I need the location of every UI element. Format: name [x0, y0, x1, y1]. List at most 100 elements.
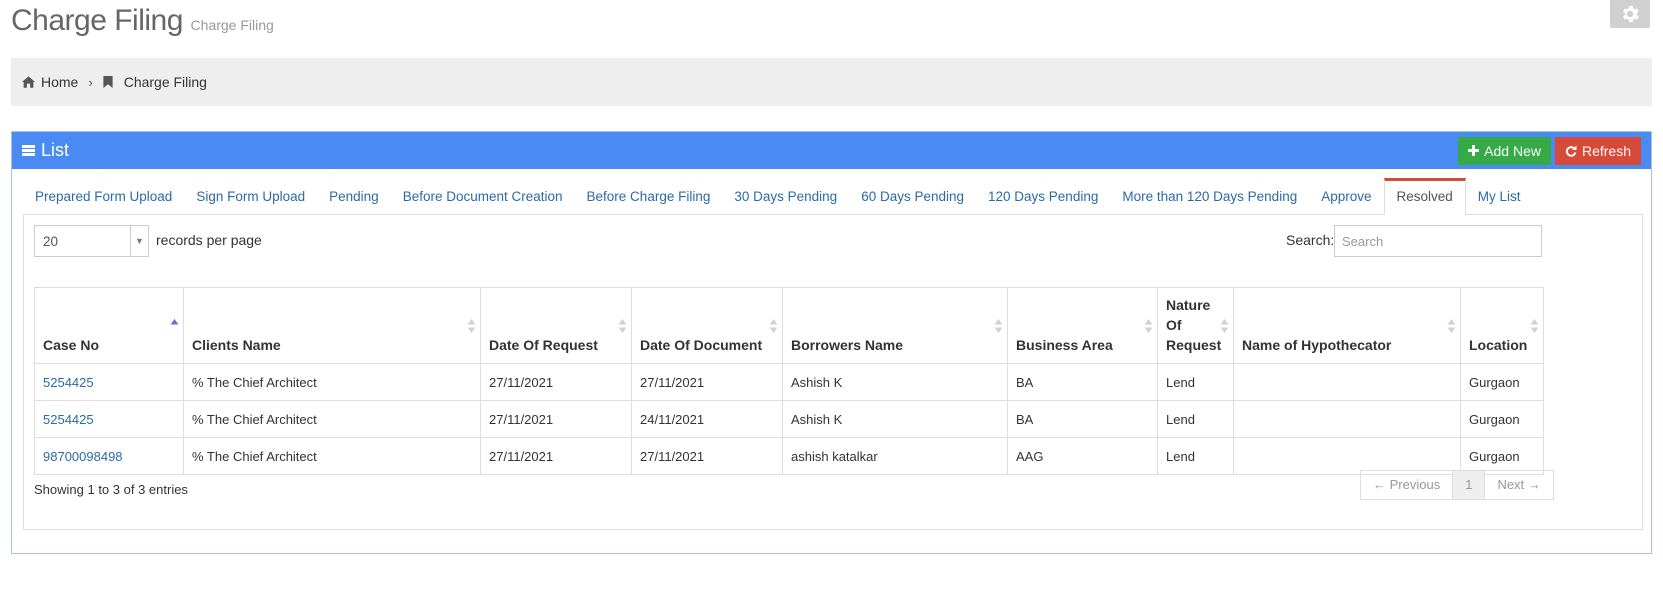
tab-120-days-pending[interactable]: 120 Days Pending [976, 180, 1110, 214]
cell-client: % The Chief Architect [183, 400, 481, 438]
page-length-value: 20 [43, 233, 59, 249]
pagination: ← Previous 1 Next → [1360, 470, 1554, 500]
cell-business-area: AAG [1007, 437, 1158, 475]
cell-case-no: 98700098498 [34, 437, 184, 475]
table-info: Showing 1 to 3 of 3 entries [34, 482, 188, 497]
column-header-label: Date Of Request [489, 337, 598, 353]
bookmark-icon [103, 76, 113, 88]
previous-page-button[interactable]: ← Previous [1361, 471, 1454, 499]
sort-icon[interactable] [769, 318, 778, 334]
sort-icon[interactable] [1220, 318, 1229, 334]
case-no-link[interactable]: 5254425 [43, 375, 94, 390]
sort-icon[interactable] [618, 318, 627, 334]
column-header-clients-name[interactable]: Clients Name [183, 287, 481, 364]
cell-date-document: 27/11/2021 [631, 437, 783, 475]
sort-icon[interactable] [1144, 318, 1153, 334]
page-1-button[interactable]: 1 [1453, 471, 1486, 499]
tab-my-list[interactable]: My List [1466, 180, 1533, 214]
portlet-caption: List [22, 140, 69, 161]
tab-before-charge-filing[interactable]: Before Charge Filing [575, 180, 723, 214]
tab-resolved[interactable]: Resolved [1383, 178, 1466, 215]
tab-prepared-form-upload[interactable]: Prepared Form Upload [23, 180, 184, 214]
portlet-header: List Add New Refresh [12, 132, 1651, 169]
cell-borrower: Ashish K [782, 363, 1008, 401]
cell-borrower: ashish katalkar [782, 437, 1008, 475]
cell-borrower: Ashish K [782, 400, 1008, 438]
case-no-link[interactable]: 5254425 [43, 412, 94, 427]
gear-icon [1623, 5, 1639, 23]
column-header-nature-of-request[interactable]: Nature Of Request [1157, 287, 1234, 364]
plus-icon [1468, 145, 1480, 156]
column-header-label: Business Area [1016, 337, 1113, 353]
column-header-name-of-hypothecator[interactable]: Name of Hypothecator [1233, 287, 1461, 364]
cell-client: % The Chief Architect [183, 363, 481, 401]
cell-business-area: BA [1007, 363, 1158, 401]
column-header-date-of-request[interactable]: Date Of Request [480, 287, 632, 364]
breadcrumb-home[interactable]: Home [22, 74, 78, 90]
page-length-select[interactable]: 20 ▼ [34, 225, 149, 257]
cell-location: Gurgaon [1460, 363, 1544, 401]
table-row: 5254425 % The Chief Architect 27/11/2021 24… [34, 400, 1544, 438]
cell-client: % The Chief Architect [183, 437, 481, 475]
column-header-label: Case No [43, 337, 100, 353]
case-no-link[interactable]: 98700098498 [43, 449, 123, 464]
tab-pending[interactable]: Pending [317, 180, 391, 214]
records-table: Case No Clients Name Date Of Request Date O… [34, 287, 1544, 475]
cell-location: Gurgaon [1460, 437, 1544, 475]
sort-icon[interactable] [994, 318, 1003, 334]
breadcrumb: Home › Charge Filing [11, 58, 1652, 106]
tab-before-document-creation[interactable]: Before Document Creation [391, 180, 575, 214]
cell-location: Gurgaon [1460, 400, 1544, 438]
status-tabs: Prepared Form Upload Sign Form Upload Pend… [23, 178, 1643, 215]
sort-icon[interactable] [467, 318, 476, 334]
cell-date-request: 27/11/2021 [480, 400, 632, 438]
page-subtitle: Charge Filing [190, 17, 274, 33]
column-header-label: Date Of Document [640, 337, 763, 353]
column-header-business-area[interactable]: Business Area [1007, 287, 1158, 364]
page-title: Charge Filing [11, 4, 183, 37]
breadcrumb-home-label[interactable]: Home [41, 74, 78, 90]
cell-business-area: BA [1007, 400, 1158, 438]
column-header-date-of-document[interactable]: Date Of Document [631, 287, 783, 364]
tab-sign-form-upload[interactable]: Sign Form Upload [184, 180, 317, 214]
tab-60-days-pending[interactable]: 60 Days Pending [849, 180, 976, 214]
tab-approve[interactable]: Approve [1309, 180, 1383, 214]
portlet-caption-label: List [41, 140, 70, 160]
refresh-button[interactable]: Refresh [1554, 136, 1641, 165]
column-header-location[interactable]: Location [1460, 287, 1544, 364]
column-header-label: Name of Hypothecator [1242, 337, 1392, 353]
column-header-label: Nature Of Request [1166, 297, 1222, 353]
portlet-actions: Add New Refresh [1458, 136, 1641, 165]
tab-30-days-pending[interactable]: 30 Days Pending [722, 180, 849, 214]
tab-content: 20 ▼ records per page Search: Case No Cli… [23, 214, 1643, 530]
add-new-label: Add New [1484, 142, 1541, 159]
cell-case-no: 5254425 [34, 400, 184, 438]
cell-date-request: 27/11/2021 [480, 363, 632, 401]
page-length-label: records per page [156, 232, 262, 248]
sort-icon[interactable] [1447, 318, 1456, 334]
refresh-label: Refresh [1581, 142, 1631, 159]
breadcrumb-current: Charge Filing [103, 74, 207, 90]
search-label: Search: [1286, 232, 1335, 248]
cell-hypothecator [1233, 363, 1461, 401]
cell-hypothecator [1233, 400, 1461, 438]
cell-nature: Lend [1157, 363, 1234, 401]
refresh-icon [1565, 145, 1577, 157]
cell-case-no: 5254425 [34, 363, 184, 401]
tab-more-than-120-days-pending[interactable]: More than 120 Days Pending [1110, 180, 1309, 214]
sort-icon[interactable] [1530, 318, 1539, 334]
column-header-borrowers-name[interactable]: Borrowers Name [782, 287, 1008, 364]
next-page-button[interactable]: Next → [1485, 471, 1552, 499]
settings-button[interactable] [1610, 0, 1650, 28]
cell-date-document: 27/11/2021 [631, 363, 783, 401]
sort-icon[interactable] [170, 318, 179, 334]
cell-hypothecator [1233, 437, 1461, 475]
table-header-row: Case No Clients Name Date Of Request Date O… [34, 287, 1544, 364]
column-header-case-no[interactable]: Case No [34, 287, 184, 364]
home-icon [22, 76, 35, 88]
table-row: 98700098498 % The Chief Architect 27/11/20… [34, 437, 1544, 475]
search-input[interactable] [1334, 225, 1542, 257]
cell-date-document: 24/11/2021 [631, 400, 783, 438]
breadcrumb-current-label: Charge Filing [123, 74, 207, 90]
add-new-button[interactable]: Add New [1458, 136, 1551, 165]
